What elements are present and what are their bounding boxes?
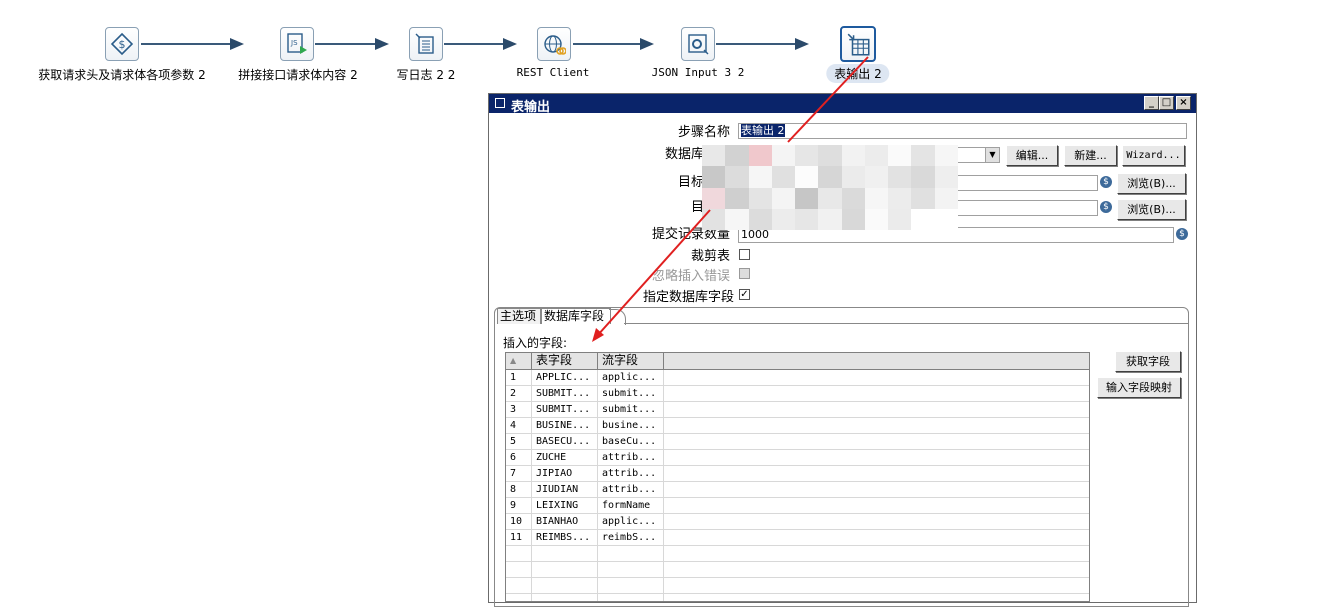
table-field-cell[interactable] — [532, 594, 598, 601]
stream-field-cell[interactable] — [598, 594, 664, 601]
annotation-arrow-2 — [596, 209, 711, 337]
annotation-arrows — [592, 56, 869, 342]
row-number — [506, 594, 532, 601]
annotation-arrow-1 — [787, 56, 869, 143]
table-row[interactable] — [506, 594, 1089, 601]
